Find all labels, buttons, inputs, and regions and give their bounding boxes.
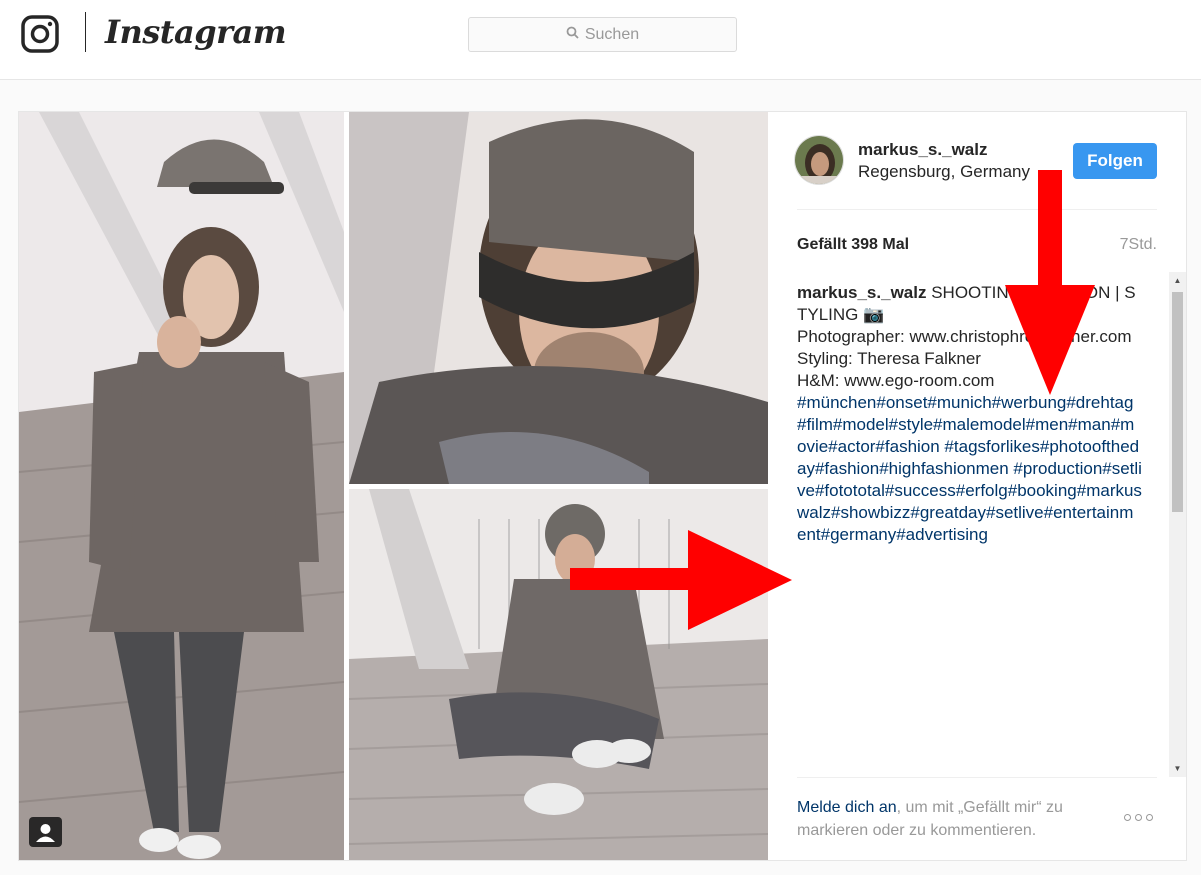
- photo-closeup: [349, 112, 768, 484]
- scroll-down-arrow-icon[interactable]: ▼: [1169, 760, 1186, 777]
- caption-username[interactable]: markus_s._walz: [797, 283, 926, 302]
- photo-sitting: [349, 489, 768, 860]
- search-icon: [566, 26, 579, 44]
- user-tag-icon[interactable]: [29, 817, 62, 847]
- post-side-panel: markus_s._walz Regensburg, Germany Folge…: [768, 112, 1186, 860]
- avatar[interactable]: [794, 135, 844, 185]
- scroll-thumb[interactable]: [1172, 292, 1183, 512]
- instagram-glyph-icon[interactable]: [20, 14, 60, 54]
- scroll-up-arrow-icon[interactable]: ▲: [1169, 272, 1186, 289]
- post-location[interactable]: Regensburg, Germany: [858, 162, 1030, 182]
- search-placeholder: Suchen: [584, 25, 640, 43]
- caption-scrollbar[interactable]: ▲ ▼: [1169, 272, 1186, 777]
- caption-line: H&M: www.ego-room.com: [797, 371, 995, 390]
- caption-line: Styling: Theresa Falkner: [797, 349, 981, 368]
- login-link[interactable]: Melde dich an: [797, 799, 897, 816]
- post-timestamp[interactable]: 7Std.: [1120, 236, 1157, 254]
- top-navigation-bar: Instagram Suchen: [0, 0, 1201, 80]
- instagram-wordmark[interactable]: Instagram: [105, 12, 287, 56]
- logo-divider: [85, 12, 86, 52]
- caption-hashtags[interactable]: #münchen#onset#munich#werbung#drehtag#fi…: [797, 392, 1142, 546]
- divider: [797, 777, 1157, 778]
- more-options-icon[interactable]: [1124, 810, 1156, 824]
- follow-button[interactable]: Folgen: [1073, 143, 1157, 179]
- divider: [797, 209, 1157, 210]
- post-caption: markus_s._walz SHOOTING | FASHION | STYL…: [797, 282, 1142, 546]
- post-card: markus_s._walz Regensburg, Germany Folge…: [18, 111, 1187, 861]
- search-input[interactable]: Suchen: [468, 17, 737, 52]
- photo-standing: [19, 112, 344, 860]
- likes-count[interactable]: Gefällt 398 Mal: [797, 236, 909, 254]
- caption-line: Photographer: www.christophrehbacher.com: [797, 327, 1132, 346]
- post-username[interactable]: markus_s._walz: [858, 140, 987, 160]
- login-prompt: Melde dich an, um mit „Gefällt mir“ zu m…: [797, 796, 1117, 842]
- post-photo-collage[interactable]: [19, 112, 768, 860]
